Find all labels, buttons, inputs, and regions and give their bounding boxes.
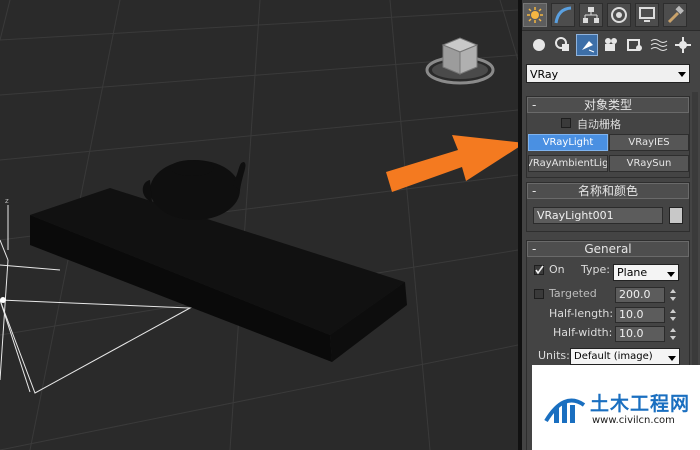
command-panel-tabs	[522, 0, 700, 31]
systems-icon	[675, 37, 691, 53]
name-color-header[interactable]: - 名称和颜色	[527, 183, 689, 199]
category-geometry[interactable]	[528, 34, 550, 56]
vrayies-button[interactable]: VRayIES	[609, 134, 689, 151]
viewcube[interactable]	[425, 37, 495, 85]
half-width-spinner[interactable]	[669, 327, 678, 341]
watermark: 土木工程网 www.civilcn.com	[532, 365, 700, 450]
utilities-icon	[667, 5, 684, 24]
motion-icon	[611, 7, 627, 23]
chevron-down-icon	[668, 356, 676, 361]
on-label: On	[549, 263, 565, 276]
shapes-icon	[555, 37, 569, 51]
half-length-label: Half-length:	[549, 307, 614, 320]
half-length-spinner[interactable]	[669, 308, 678, 322]
renderer-dropdown-value: VRay	[530, 68, 559, 81]
category-systems[interactable]	[672, 34, 694, 56]
cameras-icon	[605, 38, 617, 51]
create-icon	[527, 7, 543, 23]
on-checkbox[interactable]	[534, 265, 544, 275]
targeted-label: Targeted	[549, 287, 597, 300]
chevron-down-icon	[678, 72, 686, 77]
perspective-viewport[interactable]: z	[0, 0, 518, 450]
category-cameras[interactable]	[600, 34, 622, 56]
collapse-icon: -	[532, 184, 537, 198]
tab-modify[interactable]	[551, 3, 575, 27]
object-category-icons	[522, 32, 700, 58]
watermark-title: 土木工程网	[590, 393, 691, 415]
half-width-field[interactable]: 10.0	[615, 326, 665, 342]
collapse-icon: -	[532, 98, 537, 112]
type-label: Type:	[581, 263, 610, 276]
vraylight-button[interactable]: VRayLight	[528, 134, 608, 151]
modify-icon	[554, 6, 572, 24]
object-type-rollout: - 对象类型 自动栅格 VRayLight VRayIES VRayAmbien…	[526, 96, 690, 178]
general-header[interactable]: - General	[527, 241, 689, 257]
category-lights[interactable]	[576, 34, 598, 56]
civilcn-logo	[544, 398, 586, 423]
general-title: General	[584, 242, 632, 256]
category-space-warps[interactable]	[648, 34, 670, 56]
vrayambientlight-label: VRayAmbientLight	[528, 158, 608, 169]
vrayambientlight-button[interactable]: VRayAmbientLight	[528, 155, 608, 172]
svg-text:z: z	[5, 197, 9, 205]
targeted-checkbox[interactable]	[534, 289, 544, 299]
half-length-field[interactable]: 10.0	[615, 307, 665, 323]
tab-create[interactable]	[523, 3, 547, 27]
units-dropdown[interactable]: Default (image)	[570, 348, 680, 365]
tab-motion[interactable]	[607, 3, 631, 27]
category-helpers[interactable]	[624, 34, 646, 56]
tab-hierarchy[interactable]	[579, 3, 603, 27]
tab-utilities[interactable]	[663, 3, 687, 27]
name-color-rollout: - 名称和颜色 VRayLight001	[526, 182, 690, 232]
light-type-value: Plane	[617, 266, 648, 279]
autogrid-checkbox[interactable]	[561, 118, 571, 128]
vraysun-button[interactable]: VRaySun	[609, 155, 689, 172]
chevron-down-icon	[667, 272, 675, 277]
object-type-header[interactable]: - 对象类型	[527, 97, 689, 113]
lights-icon	[582, 41, 595, 53]
light-type-dropdown[interactable]: Plane	[613, 264, 679, 281]
watermark-url: www.civilcn.com	[592, 415, 675, 426]
units-label: Units:	[538, 349, 570, 362]
display-icon	[639, 7, 655, 22]
tab-display[interactable]	[635, 3, 659, 27]
category-shapes[interactable]	[552, 34, 574, 56]
half-width-label: Half-width:	[553, 326, 613, 339]
hierarchy-icon	[583, 7, 599, 23]
object-color-swatch[interactable]	[669, 207, 683, 224]
light-pivot	[0, 297, 6, 303]
viewport-scene: z	[0, 0, 518, 450]
autogrid-label: 自动栅格	[577, 118, 621, 131]
target-distance-spinner[interactable]	[669, 288, 678, 302]
checkmark-icon	[535, 265, 544, 275]
geometry-icon	[533, 39, 545, 51]
helpers-icon	[627, 39, 642, 51]
target-distance-field[interactable]: 200.0	[615, 287, 665, 303]
space-warps-icon	[650, 39, 668, 51]
renderer-category-dropdown[interactable]: VRay	[526, 64, 690, 83]
collapse-icon: -	[532, 242, 537, 256]
name-color-title: 名称和颜色	[577, 184, 638, 198]
units-value: Default (image)	[574, 351, 653, 362]
object-type-title: 对象类型	[583, 98, 632, 112]
object-name-field[interactable]: VRayLight001	[533, 207, 663, 224]
